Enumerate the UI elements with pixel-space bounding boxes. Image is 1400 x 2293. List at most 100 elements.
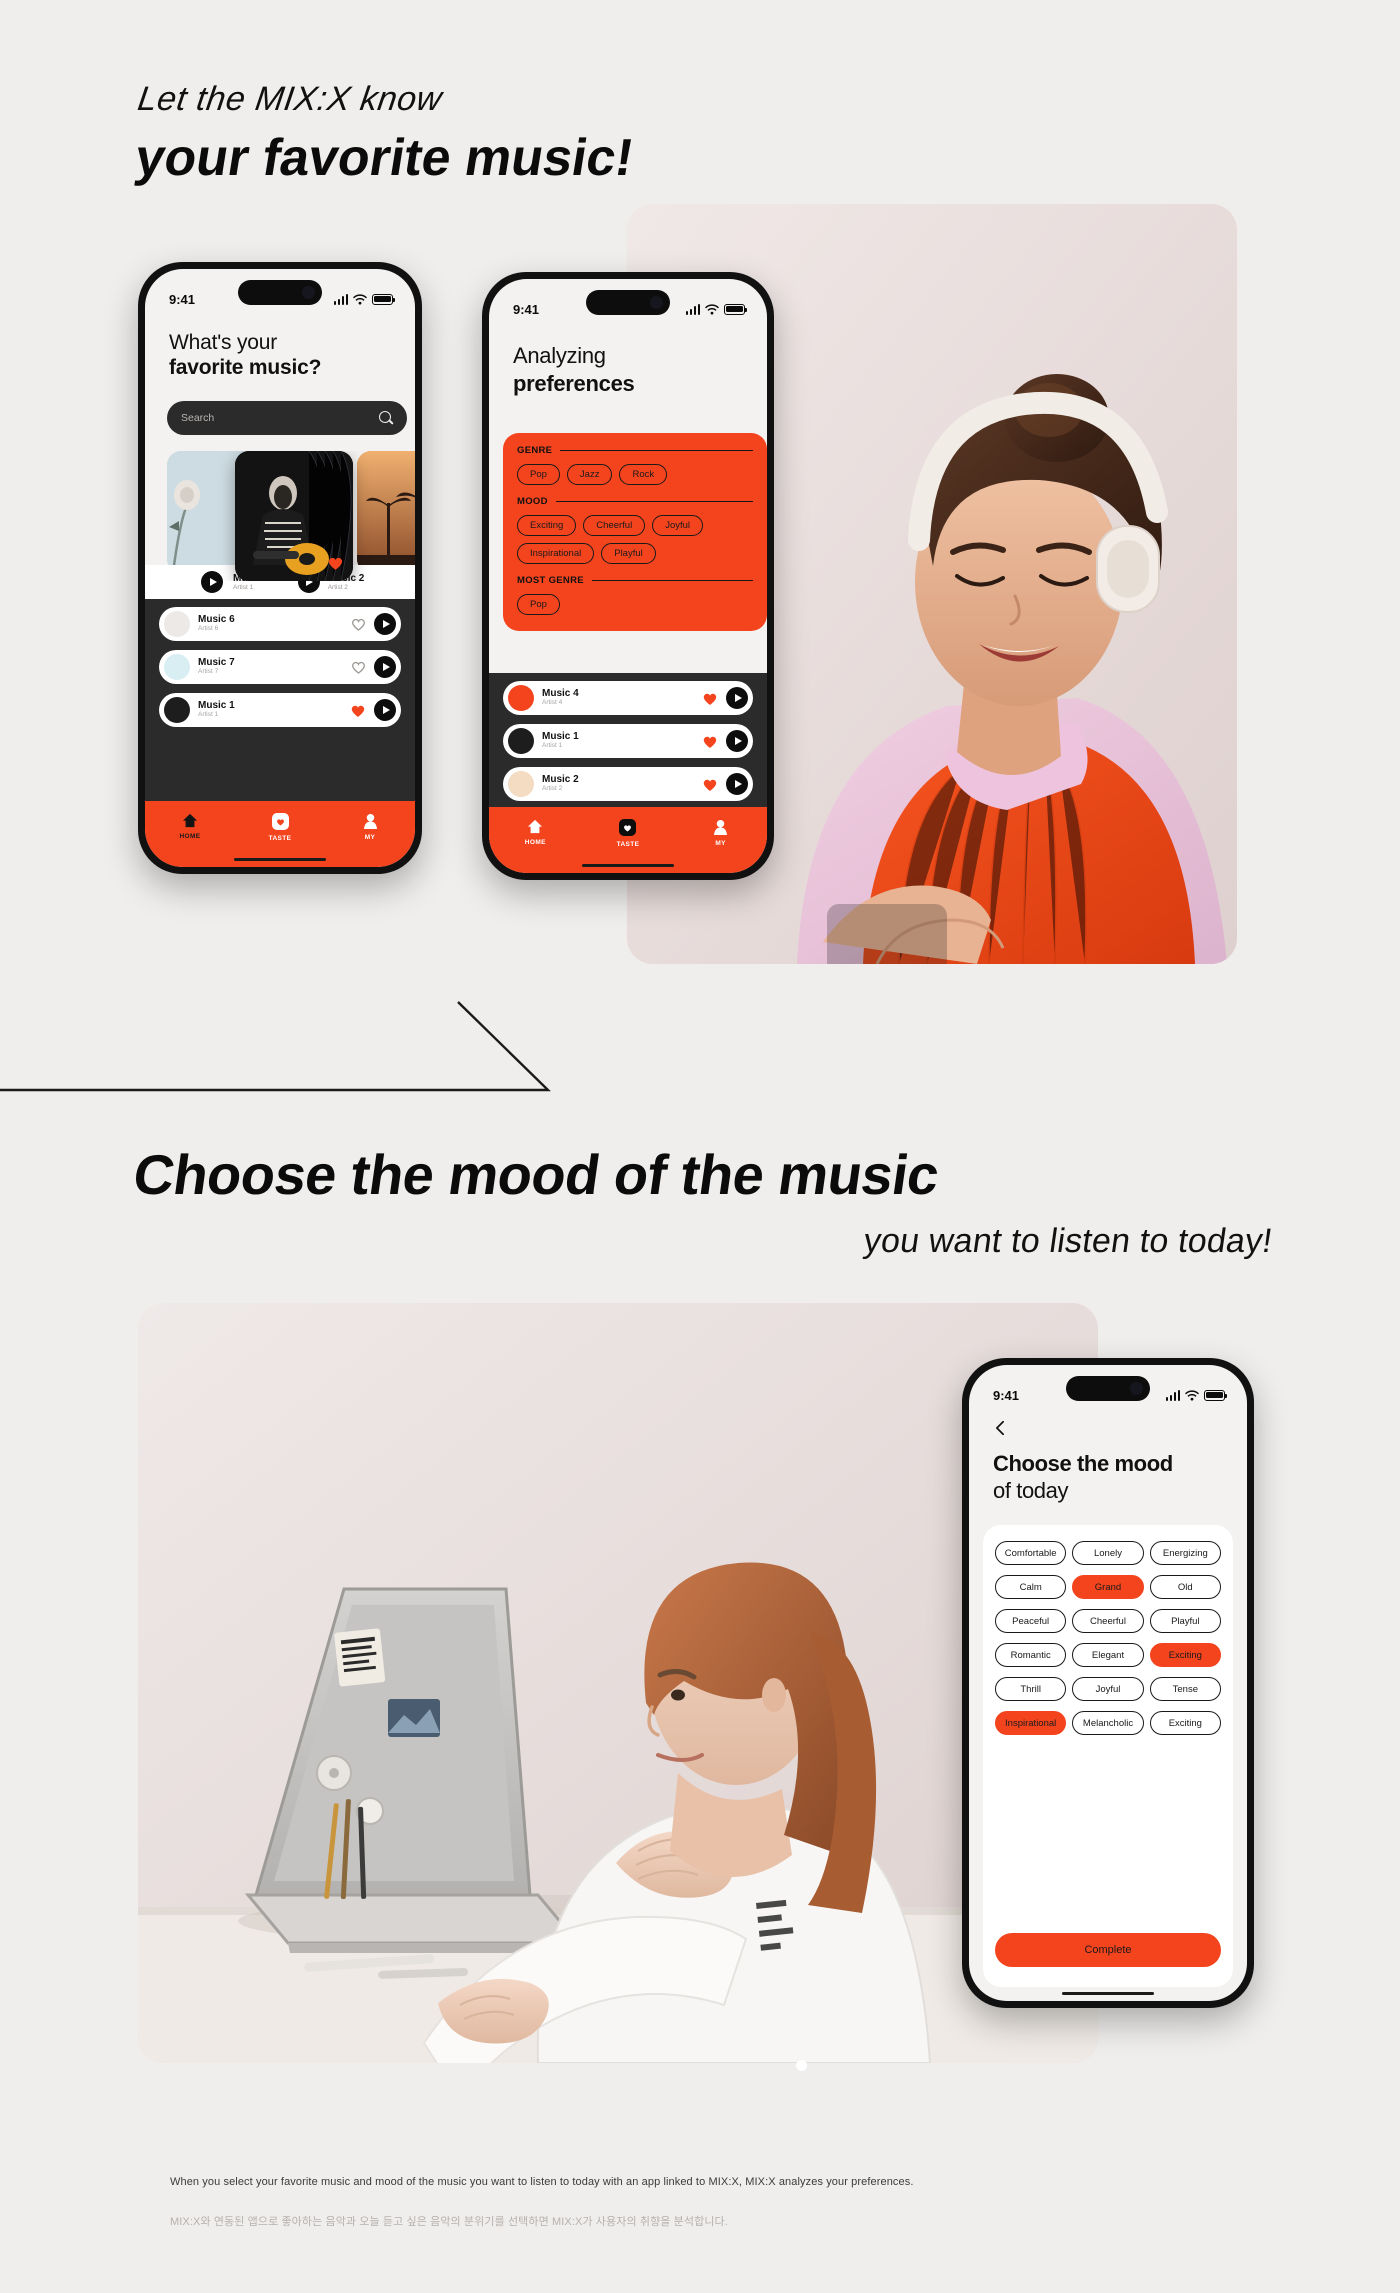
list-item[interactable]: Music 7 Artist 7 (159, 650, 401, 684)
list-item[interactable]: Music 6 Artist 6 (159, 607, 401, 641)
list-item[interactable]: Music 1 Artist 1 (159, 693, 401, 727)
play-button[interactable] (201, 571, 223, 593)
mood-chip[interactable]: Peaceful (995, 1609, 1067, 1633)
chip-mood[interactable]: Playful (601, 543, 656, 564)
phone1-screen: 9:41 What's your favorite music? Search (145, 269, 415, 867)
chip-genre[interactable]: Rock (619, 464, 668, 485)
phone3-screen: 9:41 Choose the mood of today Comfortabl… (969, 1365, 1247, 2001)
heart-outline-icon[interactable] (351, 617, 366, 631)
phone3-heading-line1: Choose the mood (993, 1451, 1173, 1476)
search-input[interactable]: Search (167, 401, 407, 435)
play-button[interactable] (374, 613, 396, 635)
tab-home[interactable]: HOME (506, 819, 564, 846)
pref-section-header: MOOD (517, 496, 753, 507)
chip-mood[interactable]: Joyful (652, 515, 704, 536)
heart-filled-icon[interactable] (702, 691, 718, 706)
track-thumbnail (164, 697, 190, 723)
play-button[interactable] (726, 773, 748, 795)
album-carousel[interactable] (145, 451, 415, 581)
battery-full-icon (724, 303, 747, 315)
section2-title: Choose the mood of the music (129, 1143, 943, 1206)
caption-english: When you select your favorite music and … (170, 2176, 914, 2188)
home-indicator (582, 863, 674, 867)
list-item[interactable]: Music 2 Artist 2 (503, 767, 753, 801)
play-button[interactable] (374, 656, 396, 678)
mood-chip[interactable]: Old (1149, 1575, 1221, 1599)
mood-chip[interactable]: Joyful (1072, 1677, 1144, 1701)
phone2-screen: 9:41 Analyzing preferences GENRE Pop Jaz… (489, 279, 767, 873)
chip-genre[interactable]: Pop (517, 464, 560, 485)
play-button[interactable] (726, 730, 748, 752)
chevron-left-icon[interactable] (993, 1421, 1007, 1435)
phone2-heading-line2: preferences (513, 371, 635, 396)
list-item[interactable]: Music 4 Artist 4 (503, 681, 753, 715)
heart-outline-icon[interactable] (351, 660, 366, 674)
cellular-signal-icon (1165, 1389, 1180, 1401)
track-thumbnail (164, 654, 190, 680)
track-name: Music 2 (542, 774, 579, 786)
preferences-panel: GENRE Pop Jazz Rock MOOD Exciting Cheerf… (503, 433, 767, 631)
palm-sunset-photo (357, 451, 415, 573)
play-button[interactable] (726, 687, 748, 709)
mood-chip[interactable]: Cheerful (1072, 1609, 1144, 1633)
cellular-signal-icon (333, 293, 348, 305)
mood-chip[interactable]: Lonely (1072, 1541, 1144, 1565)
chip-mood[interactable]: Exciting (517, 515, 577, 536)
mood-chip[interactable]: Thrill (995, 1677, 1067, 1701)
mood-chip-selected[interactable]: Exciting (1149, 1643, 1221, 1667)
wifi-icon (1185, 1389, 1199, 1400)
track-artist: Artist 2 (327, 584, 348, 591)
heart-filled-icon[interactable] (350, 703, 366, 718)
tab-label: HOME (179, 833, 201, 840)
heart-filled-icon[interactable] (702, 777, 718, 792)
dynamic-island (1066, 1376, 1150, 1401)
tab-label: TASTE (616, 841, 640, 848)
search-placeholder: Search (181, 412, 215, 424)
pref-section-label: MOST GENRE (517, 575, 584, 586)
tab-taste[interactable]: TASTE (599, 819, 657, 848)
tab-taste[interactable]: TASTE (251, 813, 309, 842)
complete-button[interactable]: Complete (995, 1933, 1221, 1967)
mood-selection-card: Comfortable Lonely Energizing Calm Grand… (983, 1525, 1233, 1987)
caption-korean: MIX:X와 연동된 앱으로 좋아하는 음악과 오늘 듣고 싶은 음악의 분위기… (170, 2216, 728, 2228)
tab-my[interactable]: MY (341, 813, 399, 841)
mood-chip[interactable]: Elegant (1072, 1643, 1144, 1667)
cellular-signal-icon (685, 303, 700, 315)
mood-chip[interactable]: Calm (995, 1575, 1067, 1599)
chip-mood[interactable]: Inspirational (517, 543, 595, 564)
carousel-card-right[interactable] (357, 451, 415, 573)
play-button[interactable] (374, 699, 396, 721)
home-indicator (1062, 1991, 1154, 1995)
phone1-heading: What's your favorite music? (169, 331, 321, 380)
chip-mood[interactable]: Cheerful (583, 515, 646, 536)
pref-section-header: GENRE (517, 445, 753, 456)
mood-chip-selected[interactable]: Grand (1072, 1575, 1144, 1599)
mood-chip-selected[interactable]: Inspirational (995, 1711, 1067, 1735)
list-item[interactable]: Music 1 Artist 1 (503, 724, 753, 758)
mood-chip[interactable]: Comfortable (995, 1541, 1067, 1565)
track-artist: Artist 1 (198, 711, 219, 719)
chip-genre[interactable]: Jazz (566, 464, 613, 485)
track-thumbnail (164, 611, 190, 637)
pref-section-label: MOOD (517, 496, 548, 507)
search-icon[interactable] (379, 411, 393, 425)
track-artist: Artist 1 (542, 742, 563, 750)
heart-filled-icon[interactable] (702, 734, 718, 749)
tab-my[interactable]: MY (692, 819, 750, 847)
mood-chip[interactable]: Tense (1149, 1677, 1221, 1701)
status-time: 9:41 (993, 1387, 1020, 1403)
tab-home[interactable]: HOME (161, 813, 219, 840)
phone2-track-list: Music 4 Artist 4 Music 1 Artist 1 Music … (489, 673, 767, 807)
mood-chip[interactable]: Playful (1149, 1609, 1221, 1633)
heart-filled-icon[interactable] (327, 555, 344, 571)
chip-most-genre[interactable]: Pop (517, 594, 560, 615)
battery-full-icon (1204, 1389, 1227, 1401)
carousel-play-left[interactable] (201, 571, 223, 593)
pref-section-most-genre: MOST GENRE Pop (517, 575, 753, 615)
carousel-card-center[interactable] (235, 451, 353, 581)
heart-square-icon (619, 819, 637, 836)
mood-chip[interactable]: Romantic (995, 1643, 1067, 1667)
mood-chip[interactable]: Energizing (1149, 1541, 1221, 1565)
mood-chip[interactable]: Melancholic (1072, 1711, 1144, 1735)
mood-chip[interactable]: Exciting (1149, 1711, 1221, 1735)
